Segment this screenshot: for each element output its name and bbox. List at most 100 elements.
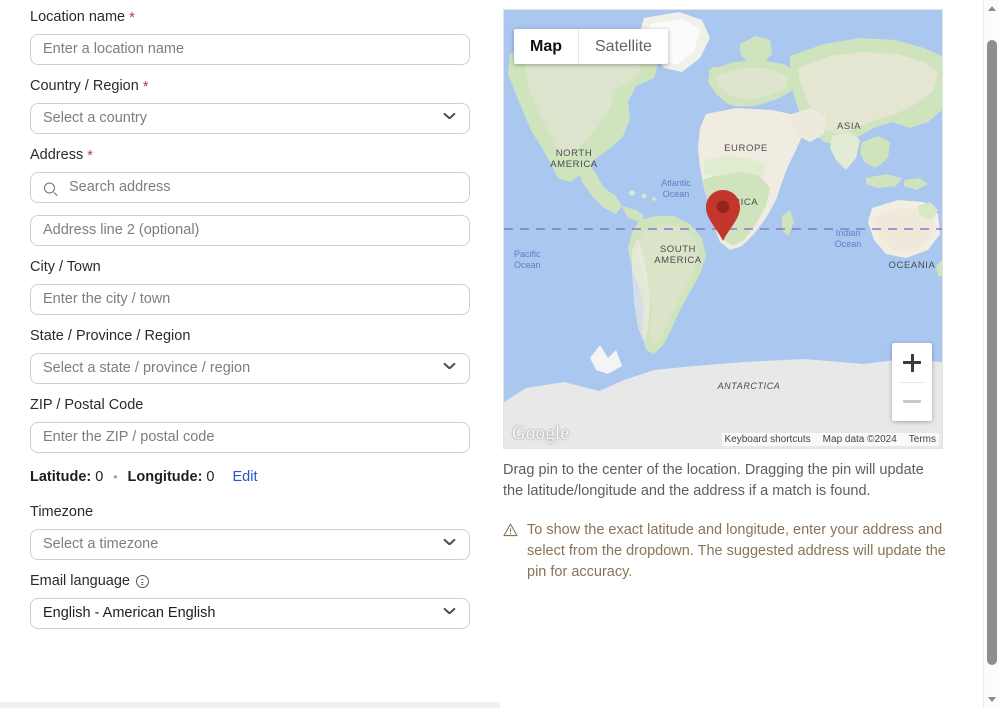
- longitude-value: 0: [206, 469, 215, 485]
- scrollbar-thumb[interactable]: [987, 40, 997, 665]
- svg-text:ANTARCTICA: ANTARCTICA: [717, 381, 781, 391]
- label-country-region: Country / Region *: [30, 77, 470, 96]
- placeholder-text: Enter the city / town: [43, 291, 171, 307]
- input-zip-postal-code[interactable]: Enter the ZIP / postal code: [30, 422, 470, 453]
- required-marker: *: [129, 9, 135, 26]
- placeholder-text: Select a country: [43, 110, 147, 126]
- field-country-region: Country / Region * Select a country: [30, 77, 470, 134]
- required-marker: *: [142, 78, 149, 95]
- select-email-language[interactable]: English - American English: [30, 598, 470, 629]
- location-form: Location name * Enter a location name Co…: [0, 0, 500, 708]
- svg-text:NORTH: NORTH: [556, 148, 593, 159]
- label-text: ZIP / Postal Code: [30, 397, 144, 413]
- minus-icon: [903, 393, 921, 411]
- field-address: Address * Search address: [30, 146, 470, 203]
- svg-text:AMERICA: AMERICA: [654, 255, 702, 266]
- latitude-value: 0: [95, 469, 104, 485]
- input-address-search[interactable]: Search address: [30, 172, 470, 203]
- drag-pin-instruction: Drag pin to the center of the location. …: [503, 462, 924, 499]
- required-marker: *: [87, 147, 93, 164]
- svg-text:Ocean: Ocean: [835, 239, 862, 249]
- input-address-line-2[interactable]: Address line 2 (optional): [30, 215, 470, 246]
- select-timezone[interactable]: Select a timezone: [30, 529, 470, 560]
- plus-icon: [903, 353, 921, 372]
- placeholder-text: Enter a location name: [43, 41, 185, 57]
- field-location-name: Location name * Enter a location name: [30, 8, 470, 65]
- keyboard-shortcuts-link[interactable]: Keyboard shortcuts: [725, 434, 811, 445]
- world-map-graphic: NORTH AMERICA SOUTH AMERICA EUROPE ASIA …: [504, 10, 942, 448]
- svg-text:AMERICA: AMERICA: [550, 159, 598, 170]
- zoom-in-button[interactable]: [892, 343, 932, 382]
- chevron-down-icon: [444, 541, 455, 552]
- map-type-map[interactable]: Map: [514, 29, 578, 64]
- svg-text:Pacific: Pacific: [514, 249, 541, 259]
- svg-text:EUROPE: EUROPE: [724, 143, 768, 154]
- scroll-up-arrow[interactable]: [984, 0, 999, 17]
- label-text: Email language: [30, 573, 130, 589]
- label-text: State / Province / Region: [30, 328, 191, 344]
- input-location-name[interactable]: Enter a location name: [30, 34, 470, 65]
- scroll-down-arrow[interactable]: [984, 691, 999, 708]
- svg-text:OCEANIA: OCEANIA: [889, 260, 936, 271]
- svg-text:SOUTH: SOUTH: [660, 244, 696, 255]
- accuracy-warning-text: To show the exact latitude and longitude…: [527, 522, 946, 580]
- field-email-language: Email language English - American Englis…: [30, 572, 470, 629]
- label-text: Location name: [30, 9, 126, 25]
- select-state-province-region[interactable]: Select a state / province / region: [30, 353, 470, 384]
- field-address-line-2: Address line 2 (optional): [30, 215, 470, 246]
- triangle-down-icon: [988, 697, 996, 702]
- label-zip-postal-code: ZIP / Postal Code: [30, 396, 470, 415]
- coordinates-row: Latitude: 0 • Longitude: 0 Edit: [30, 469, 470, 485]
- chevron-down-icon: [444, 610, 455, 621]
- map-zoom-control: [892, 343, 932, 421]
- label-email-language: Email language: [30, 572, 470, 591]
- longitude-label: Longitude:: [127, 469, 203, 485]
- search-icon: [44, 182, 55, 193]
- field-state-province-region: State / Province / Region Select a state…: [30, 327, 470, 384]
- map-data-copyright: Map data ©2024: [822, 434, 897, 445]
- svg-text:ASIA: ASIA: [837, 121, 861, 132]
- svg-text:Indian: Indian: [836, 228, 861, 238]
- location-map[interactable]: NORTH AMERICA SOUTH AMERICA EUROPE ASIA …: [503, 9, 943, 449]
- label-location-name: Location name *: [30, 8, 470, 27]
- field-zip-postal-code: ZIP / Postal Code Enter the ZIP / postal…: [30, 396, 470, 453]
- location-form-page: Location name * Enter a location name Co…: [0, 0, 999, 708]
- map-type-control: Map Satellite: [514, 29, 668, 64]
- map-help-section: Drag pin to the center of the location. …: [503, 460, 947, 583]
- label-timezone: Timezone: [30, 503, 470, 522]
- placeholder-text: Search address: [69, 179, 171, 195]
- label-address: Address *: [30, 146, 470, 165]
- label-text: City / Town: [30, 259, 101, 275]
- svg-text:Ocean: Ocean: [663, 189, 690, 199]
- placeholder-text: Select a state / province / region: [43, 360, 251, 376]
- label-text: Country / Region: [30, 78, 139, 94]
- terms-link[interactable]: Terms: [909, 434, 936, 445]
- placeholder-text: Select a timezone: [43, 536, 159, 552]
- svg-text:Atlantic: Atlantic: [661, 178, 691, 188]
- zoom-out-button[interactable]: [892, 382, 932, 421]
- field-timezone: Timezone Select a timezone: [30, 503, 470, 560]
- label-state-province-region: State / Province / Region: [30, 327, 470, 346]
- info-icon[interactable]: [135, 575, 149, 588]
- google-watermark: Google: [512, 423, 570, 444]
- coordinate-separator: •: [113, 470, 118, 484]
- map-type-map-label: Map: [530, 37, 562, 55]
- selected-value: English - American English: [43, 605, 216, 621]
- accuracy-warning: To show the exact latitude and longitude…: [503, 520, 947, 583]
- map-attribution: Keyboard shortcuts Map data ©2024 Terms: [721, 433, 939, 446]
- map-type-satellite[interactable]: Satellite: [578, 29, 668, 64]
- label-text: Address: [30, 147, 84, 163]
- svg-text:Ocean: Ocean: [514, 260, 541, 270]
- map-type-satellite-label: Satellite: [595, 37, 652, 55]
- placeholder-text: Address line 2 (optional): [43, 222, 200, 238]
- edit-coordinates-link[interactable]: Edit: [232, 469, 257, 485]
- label-text: Timezone: [30, 504, 94, 520]
- input-city-town[interactable]: Enter the city / town: [30, 284, 470, 315]
- chevron-down-icon: [444, 365, 455, 376]
- page-scrollbar[interactable]: [983, 0, 999, 708]
- select-country-region[interactable]: Select a country: [30, 103, 470, 134]
- placeholder-text: Enter the ZIP / postal code: [43, 429, 215, 445]
- latitude-label: Latitude:: [30, 469, 92, 485]
- triangle-up-icon: [988, 6, 996, 11]
- bottom-divider: [0, 702, 500, 708]
